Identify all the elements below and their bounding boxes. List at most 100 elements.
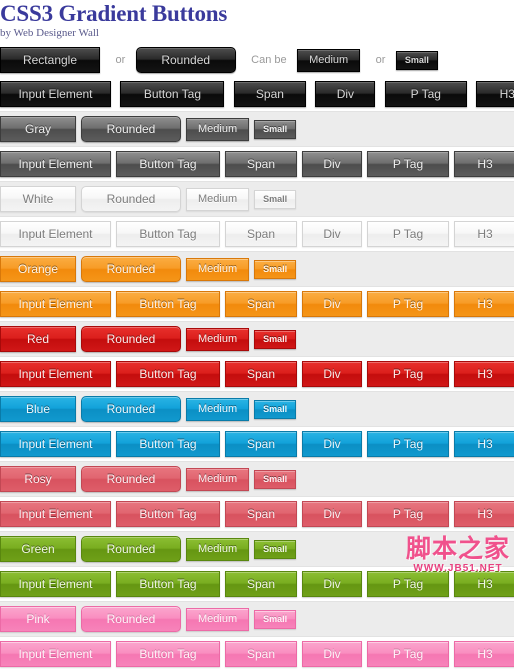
button-rounded-green[interactable]: Rounded	[81, 536, 181, 562]
button-small-gray[interactable]: Small	[254, 119, 297, 139]
button-input-white[interactable]: Input Element	[0, 221, 111, 247]
button-input-orange[interactable]: Input Element	[0, 291, 111, 317]
button-ptag-gray[interactable]: P Tag	[367, 151, 449, 177]
button-span-black[interactable]: Span	[233, 81, 306, 107]
button-small-green[interactable]: Small	[254, 539, 297, 559]
button-button-blue[interactable]: Button Tag	[116, 431, 220, 457]
button-button-orange[interactable]: Button Tag	[116, 291, 220, 317]
button-medium-blue[interactable]: Medium	[186, 397, 250, 421]
button-name-rosy[interactable]: Rosy	[0, 466, 76, 492]
button-rounded-orange[interactable]: Rounded	[81, 256, 181, 282]
button-ptag-blue[interactable]: P Tag	[367, 431, 449, 457]
theme-row-red: Red Rounded Medium Small	[0, 321, 514, 357]
button-medium-gray[interactable]: Medium	[186, 117, 250, 141]
button-rectangle[interactable]: Rectangle	[0, 47, 100, 73]
button-input-gray[interactable]: Input Element	[0, 151, 111, 177]
button-name-white[interactable]: White	[0, 186, 76, 212]
button-small-orange[interactable]: Small	[254, 259, 297, 279]
button-div-rosy[interactable]: Div	[302, 501, 362, 527]
button-rounded-red[interactable]: Rounded	[81, 326, 181, 352]
button-small-black[interactable]: Small	[395, 50, 438, 70]
label-or-1: or	[115, 54, 126, 66]
button-span-pink[interactable]: Span	[225, 641, 297, 667]
button-span-rosy[interactable]: Span	[225, 501, 297, 527]
button-name-gray[interactable]: Gray	[0, 116, 76, 142]
button-div-green[interactable]: Div	[302, 571, 362, 597]
button-button-tag-black[interactable]: Button Tag	[120, 81, 225, 107]
button-div-blue[interactable]: Div	[302, 431, 362, 457]
button-medium-black[interactable]: Medium	[297, 48, 361, 72]
button-span-green[interactable]: Span	[225, 571, 297, 597]
button-div-red[interactable]: Div	[302, 361, 362, 387]
button-small-red[interactable]: Small	[254, 329, 297, 349]
button-button-gray[interactable]: Button Tag	[116, 151, 220, 177]
button-span-orange[interactable]: Span	[225, 291, 297, 317]
tag-row-black: Input Element Button Tag Span Div P Tag …	[0, 77, 514, 111]
button-h3-gray[interactable]: H3	[454, 151, 514, 177]
button-h3-pink[interactable]: H3	[454, 641, 514, 667]
button-small-blue[interactable]: Small	[254, 399, 297, 419]
button-small-white[interactable]: Small	[254, 189, 297, 209]
shape-demo-row: Rectangle or Rounded Can be Medium or Sm…	[0, 43, 514, 77]
button-p-tag-black[interactable]: P Tag	[384, 81, 467, 107]
button-h3-black[interactable]: H3	[476, 81, 514, 107]
button-h3-green[interactable]: H3	[454, 571, 514, 597]
button-small-pink[interactable]: Small	[254, 609, 297, 629]
button-input-element-black[interactable]: Input Element	[0, 81, 111, 107]
button-button-pink[interactable]: Button Tag	[116, 641, 220, 667]
button-rounded-blue[interactable]: Rounded	[81, 396, 181, 422]
page-header: CSS3 Gradient Buttons by Web Designer Wa…	[0, 1, 514, 40]
button-medium-pink[interactable]: Medium	[186, 607, 250, 631]
theme-row-blue: Blue Rounded Medium Small	[0, 391, 514, 427]
page-byline: by Web Designer Wall	[0, 27, 99, 39]
button-h3-orange[interactable]: H3	[454, 291, 514, 317]
button-input-green[interactable]: Input Element	[0, 571, 111, 597]
button-medium-white[interactable]: Medium	[186, 187, 250, 211]
button-h3-red[interactable]: H3	[454, 361, 514, 387]
button-div-gray[interactable]: Div	[302, 151, 362, 177]
button-span-white[interactable]: Span	[225, 221, 297, 247]
button-ptag-rosy[interactable]: P Tag	[367, 501, 449, 527]
button-medium-red[interactable]: Medium	[186, 327, 250, 351]
theme-row-rosy: Rosy Rounded Medium Small	[0, 461, 514, 497]
button-span-gray[interactable]: Span	[225, 151, 297, 177]
button-name-pink[interactable]: Pink	[0, 606, 76, 632]
button-div-white[interactable]: Div	[302, 221, 362, 247]
button-ptag-white[interactable]: P Tag	[367, 221, 449, 247]
button-h3-rosy[interactable]: H3	[454, 501, 514, 527]
button-name-green[interactable]: Green	[0, 536, 76, 562]
button-button-red[interactable]: Button Tag	[116, 361, 220, 387]
button-name-orange[interactable]: Orange	[0, 256, 76, 282]
button-div-pink[interactable]: Div	[302, 641, 362, 667]
button-div-orange[interactable]: Div	[302, 291, 362, 317]
button-small-rosy[interactable]: Small	[254, 469, 297, 489]
button-medium-orange[interactable]: Medium	[186, 257, 250, 281]
button-input-rosy[interactable]: Input Element	[0, 501, 111, 527]
button-input-red[interactable]: Input Element	[0, 361, 111, 387]
button-span-blue[interactable]: Span	[225, 431, 297, 457]
button-button-green[interactable]: Button Tag	[116, 571, 220, 597]
button-span-red[interactable]: Span	[225, 361, 297, 387]
button-ptag-green[interactable]: P Tag	[367, 571, 449, 597]
button-rounded-gray[interactable]: Rounded	[81, 116, 181, 142]
button-medium-rosy[interactable]: Medium	[186, 467, 250, 491]
button-h3-blue[interactable]: H3	[454, 431, 514, 457]
button-div-black[interactable]: Div	[315, 81, 376, 107]
button-button-rosy[interactable]: Button Tag	[116, 501, 220, 527]
theme-row-orange: Orange Rounded Medium Small	[0, 251, 514, 287]
button-rounded-pink[interactable]: Rounded	[81, 606, 181, 632]
button-rounded-black[interactable]: Rounded	[135, 47, 236, 73]
button-input-pink[interactable]: Input Element	[0, 641, 111, 667]
button-ptag-red[interactable]: P Tag	[367, 361, 449, 387]
button-button-white[interactable]: Button Tag	[116, 221, 220, 247]
button-ptag-orange[interactable]: P Tag	[367, 291, 449, 317]
button-rounded-white[interactable]: Rounded	[81, 186, 181, 212]
button-name-red[interactable]: Red	[0, 326, 76, 352]
page-root: CSS3 Gradient Buttons by Web Designer Wa…	[0, 0, 514, 671]
button-name-blue[interactable]: Blue	[0, 396, 76, 422]
button-ptag-pink[interactable]: P Tag	[367, 641, 449, 667]
button-input-blue[interactable]: Input Element	[0, 431, 111, 457]
button-medium-green[interactable]: Medium	[186, 537, 250, 561]
button-rounded-rosy[interactable]: Rounded	[81, 466, 181, 492]
button-h3-white[interactable]: H3	[454, 221, 514, 247]
